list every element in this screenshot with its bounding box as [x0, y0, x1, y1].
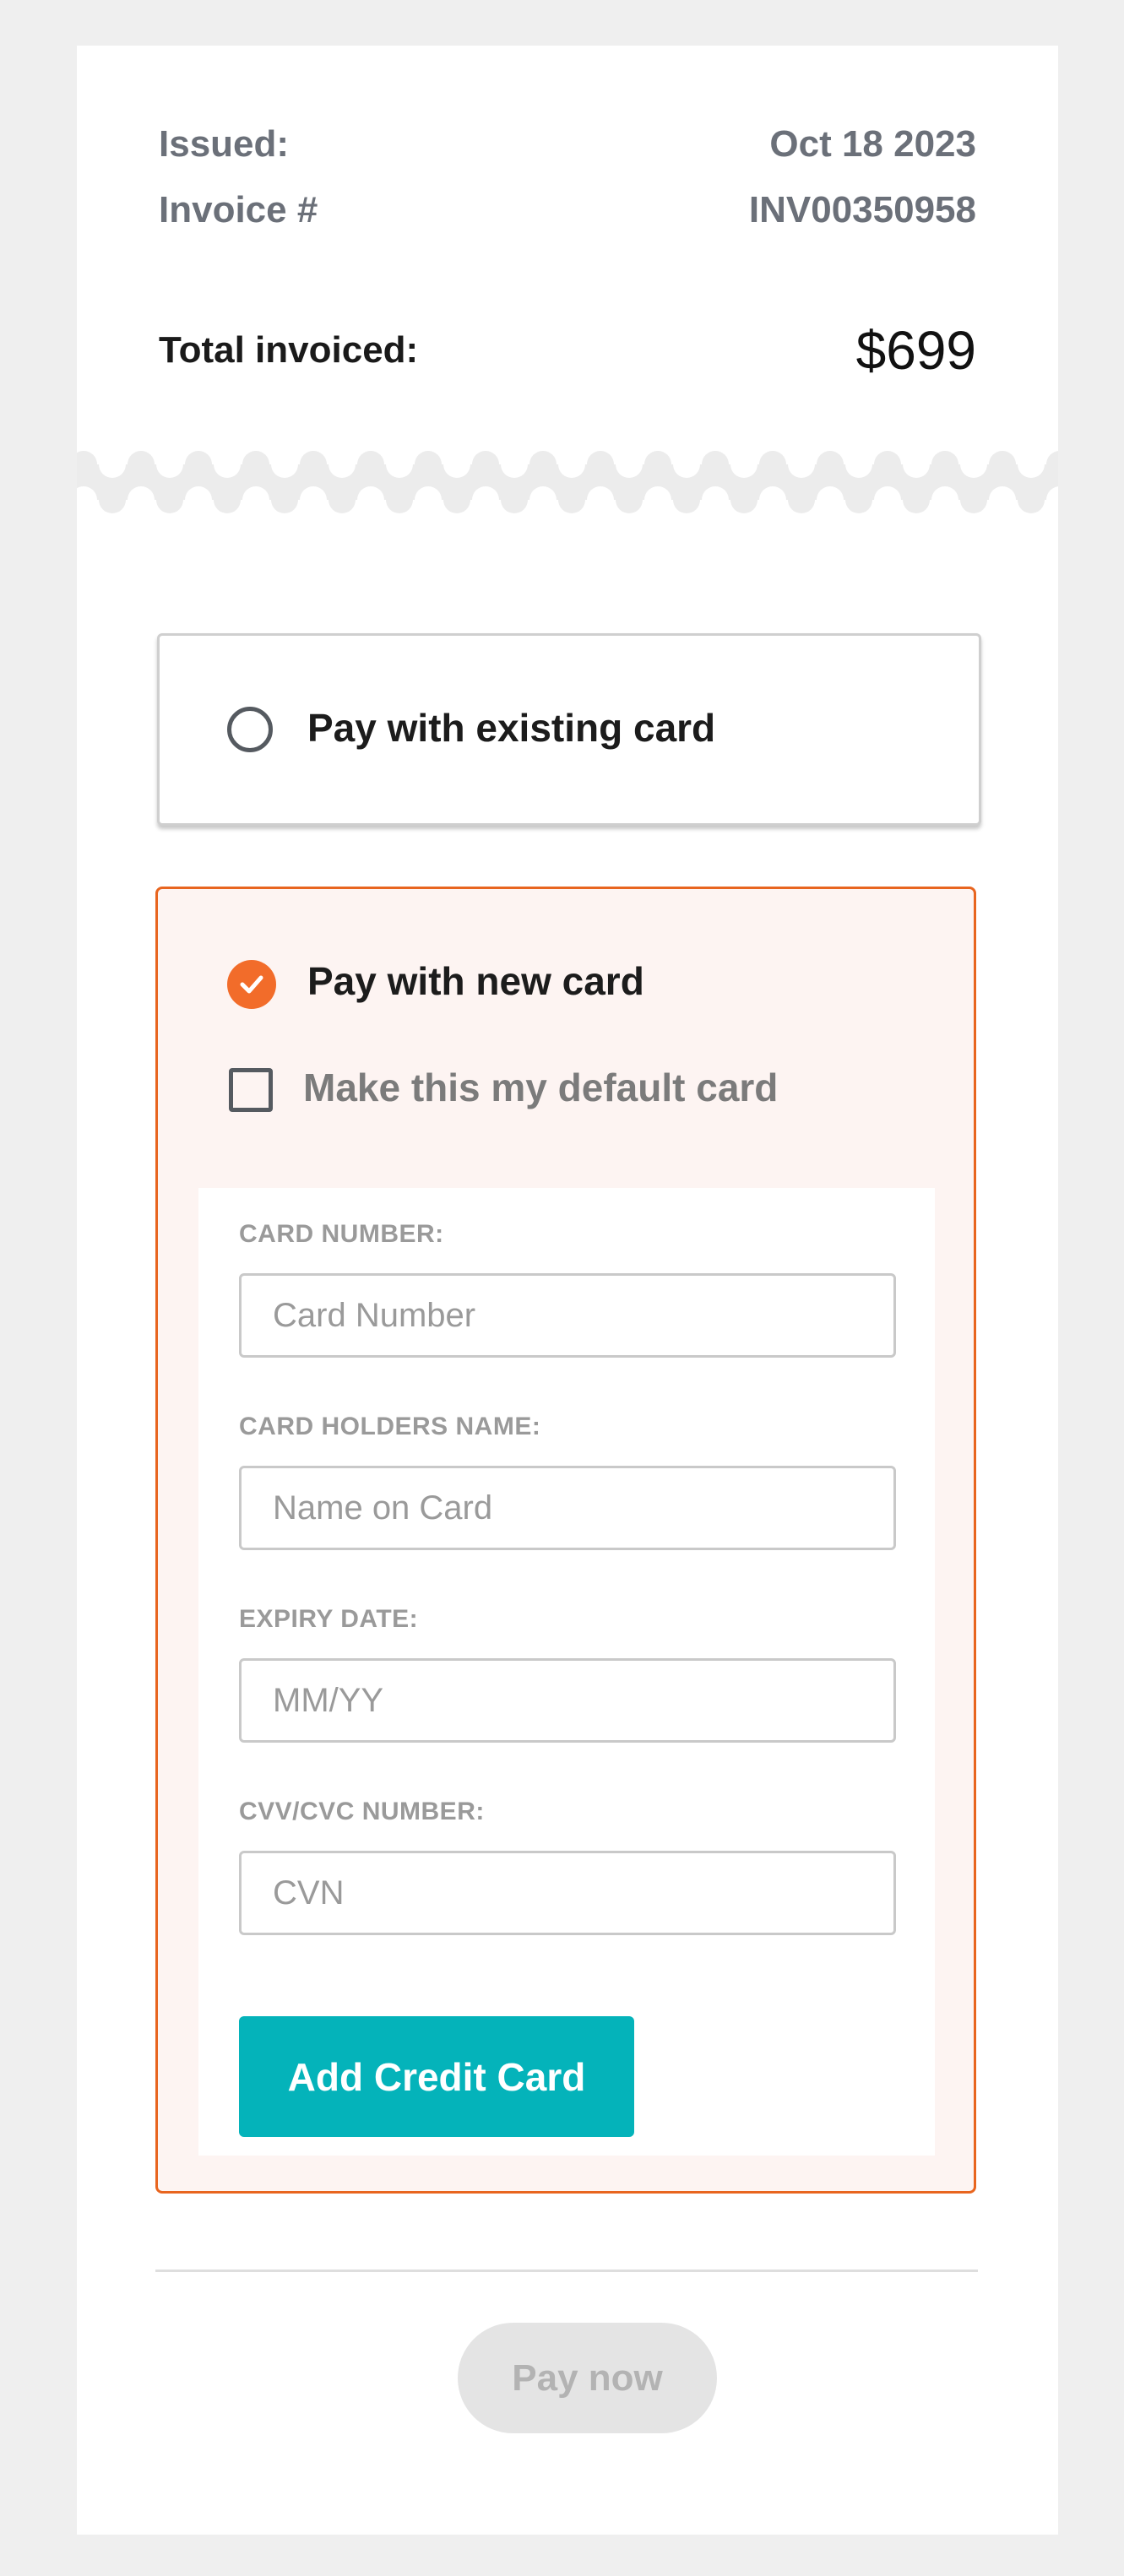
total-row: Total invoiced: $699: [159, 319, 976, 382]
card-number-label: CARD NUMBER:: [239, 1220, 444, 1248]
add-credit-card-button[interactable]: Add Credit Card: [239, 2016, 634, 2137]
divider: [155, 2270, 978, 2272]
default-card-label[interactable]: Make this my default card: [303, 1065, 778, 1110]
card-holder-label: CARD HOLDERS NAME:: [239, 1413, 541, 1440]
pay-new-card-label[interactable]: Pay with new card: [307, 958, 644, 1004]
radio-unchecked-icon[interactable]: [227, 707, 273, 752]
cvv-input[interactable]: [239, 1851, 896, 1935]
card-number-input[interactable]: [239, 1273, 896, 1358]
pay-new-card-option[interactable]: Pay with new card Make this my default c…: [155, 887, 976, 2194]
total-label: Total invoiced:: [159, 329, 419, 371]
radio-checked-icon[interactable]: [227, 960, 276, 1009]
total-value: $699: [855, 320, 976, 381]
pay-existing-card-option[interactable]: Pay with existing card: [157, 633, 981, 826]
torn-edge-divider: [77, 446, 1058, 518]
issued-value: Oct 18 2023: [769, 123, 976, 165]
card-holder-input[interactable]: [239, 1466, 896, 1550]
new-card-form: CARD NUMBER: CARD HOLDERS NAME: EXPIRY D…: [198, 1188, 935, 2156]
expiry-date-input[interactable]: [239, 1658, 896, 1743]
invoice-number-value: INV00350958: [748, 189, 976, 230]
expiry-date-label: EXPIRY DATE:: [239, 1605, 419, 1633]
invoice-number-row: Invoice # INV00350958: [159, 189, 976, 231]
checkmark-icon: [240, 975, 263, 994]
checkbox-unchecked-icon[interactable]: [229, 1068, 273, 1112]
pay-now-button[interactable]: Pay now: [458, 2323, 717, 2433]
issued-row: Issued: Oct 18 2023: [159, 123, 976, 165]
issued-label: Issued:: [159, 123, 290, 165]
invoice-number-label: Invoice #: [159, 189, 318, 230]
invoice-card: Issued: Oct 18 2023 Invoice # INV0035095…: [77, 46, 1058, 2535]
cvv-label: CVV/CVC NUMBER:: [239, 1798, 485, 1825]
pay-existing-card-label[interactable]: Pay with existing card: [307, 705, 715, 751]
